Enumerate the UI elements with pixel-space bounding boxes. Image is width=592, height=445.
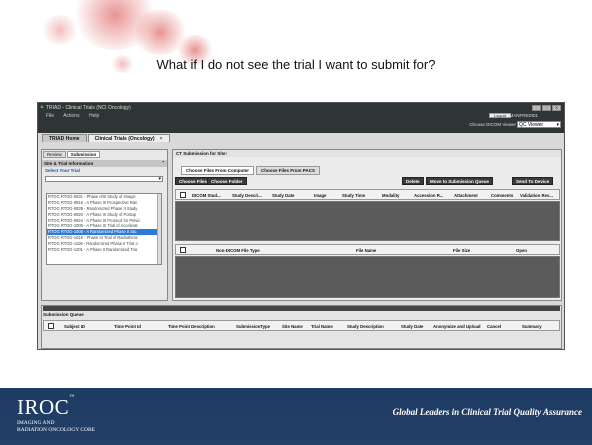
column-header[interactable]: Cancel	[487, 324, 501, 329]
column-header[interactable]: Non-DICOM File Type	[216, 248, 260, 253]
delete-button[interactable]: Delete	[402, 177, 424, 185]
column-header[interactable]: Study Description	[347, 324, 384, 329]
move-to-queue-button[interactable]: Move to Submission Queue	[426, 177, 494, 185]
column-header[interactable]: Study Date	[401, 324, 423, 329]
menu-help[interactable]: Help	[89, 113, 99, 119]
trial-list-scrollbar[interactable]	[157, 194, 161, 264]
trademark-symbol: ™	[69, 395, 75, 400]
tab-label: TRIAD Home	[49, 136, 80, 142]
submission-queue-panel: Submission Queue Subject ID Time Point I…	[41, 305, 562, 349]
column-header[interactable]: SubmissionType	[236, 324, 270, 329]
column-header[interactable]: Time Point Description	[168, 324, 215, 329]
slide-footer: IROC™ IMAGING AND RADIATION ONCOLOGY COR…	[0, 388, 592, 445]
column-header[interactable]: DICOM Stud...	[192, 193, 221, 198]
select-all-checkbox[interactable]	[180, 247, 186, 253]
column-header[interactable]: Study Time	[342, 193, 365, 198]
choose-files-button[interactable]: Choose Files	[175, 177, 212, 185]
logo-subtitle-line: IMAGING AND	[17, 420, 55, 426]
list-item[interactable]: RTOG RTOG-1201 - A Phase II Randomized T…	[47, 247, 161, 253]
dicom-table-body[interactable]	[175, 201, 560, 241]
column-header[interactable]: Anonymize and Upload	[433, 324, 481, 329]
ct-submission-panel: CT Submission for Site: Choose Files Fro…	[172, 149, 562, 301]
column-header[interactable]: File Name	[356, 248, 376, 253]
slide-title: What if I do not see the trial I want to…	[156, 57, 436, 72]
footer-tagline: Global Leaders in Clinical Trial Quality…	[392, 407, 582, 417]
close-button[interactable]: ✕	[552, 105, 561, 111]
tab-submission[interactable]: Submission	[66, 151, 101, 158]
menu-actions[interactable]: Actions	[63, 113, 79, 119]
menu-bar: File Actions Help	[46, 113, 107, 119]
section-header: Site & Trial Information ⌃	[42, 160, 167, 167]
logout-button[interactable]: Logout	[489, 113, 511, 118]
column-header[interactable]: Trial Name	[311, 324, 333, 329]
main-tabs: TRIAD Home Clinical Trials (Oncology) ×	[42, 134, 170, 142]
window-controls: – □ ✕	[532, 105, 561, 111]
column-header[interactable]: Open	[516, 248, 527, 253]
subtabs: Review Submission	[42, 150, 167, 159]
column-header[interactable]: Site Name	[282, 324, 303, 329]
tab-triad-home[interactable]: TRIAD Home	[42, 134, 87, 142]
tab-choose-from-computer[interactable]: Choose Files From Computer	[181, 166, 255, 175]
send-to-device-button[interactable]: Send To Device	[512, 177, 554, 185]
triad-window: ▲ TRIAD - Clinical Trials (NCI Oncology)…	[37, 102, 565, 350]
column-header[interactable]: Image	[314, 193, 326, 198]
iroc-logo: IROC™	[17, 395, 75, 420]
logo-subtitle-line: RADIATION ONCOLOGY CORE	[17, 427, 96, 433]
trial-list[interactable]: RTOG RTOG-0631 - Phase II/III Study of I…	[46, 193, 162, 265]
queue-splitter[interactable]	[43, 306, 560, 311]
select-all-checkbox[interactable]	[180, 192, 186, 198]
collapse-icon[interactable]: ⌃	[162, 160, 165, 165]
queue-title: Submission Queue	[43, 312, 84, 317]
dicom-table-header: DICOM Stud... Study Descri... Study Date…	[175, 189, 560, 200]
trial-dropdown[interactable]	[45, 176, 163, 182]
dicom-viewer-select[interactable]: QC Viewer	[517, 121, 561, 128]
tab-review[interactable]: Review	[43, 151, 66, 158]
select-trial-label: Select Your Trial	[45, 168, 80, 173]
column-header[interactable]: Summary	[522, 324, 542, 329]
column-header[interactable]: Attachment	[454, 193, 478, 198]
app-icon: ▲	[39, 104, 45, 110]
nondicom-table-body[interactable]	[175, 256, 560, 298]
column-header[interactable]: Study Descri...	[232, 193, 262, 198]
nondicom-table-header: Non-DICOM File Type File Name File Size …	[175, 244, 560, 255]
file-source-tabs: Choose Files From Computer Choose Files …	[181, 166, 320, 175]
title-bar: ▲ TRIAD - Clinical Trials (NCI Oncology)…	[38, 103, 564, 133]
column-header[interactable]: Study Date	[272, 193, 294, 198]
username-label: MANFREDI01	[509, 113, 538, 118]
dicom-viewer-label: Choose DICOM Viewer	[469, 122, 516, 127]
column-header[interactable]: File Size	[453, 248, 470, 253]
window-title: TRIAD - Clinical Trials (NCI Oncology)	[46, 105, 131, 111]
choose-folder-button[interactable]: Choose Folder	[207, 177, 247, 185]
logo-subtitle: IMAGING AND RADIATION ONCOLOGY CORE	[17, 420, 95, 434]
ct-submission-header: CT Submission for Site:	[173, 150, 561, 157]
tab-choose-from-pacs[interactable]: Choose Files From PACS	[256, 166, 320, 175]
minimize-button[interactable]: –	[532, 105, 541, 111]
column-header[interactable]: Modality	[382, 193, 399, 198]
column-header[interactable]: Time Point Id	[114, 324, 141, 329]
file-action-buttons: Choose Files Choose Folder Delete Move t…	[175, 177, 560, 186]
column-header[interactable]: Accession R...	[414, 193, 443, 198]
select-all-checkbox[interactable]	[48, 323, 54, 329]
maximize-button[interactable]: □	[542, 105, 551, 111]
column-header[interactable]: Comments	[491, 193, 513, 198]
section-title: Site & Trial Information	[44, 161, 94, 166]
logo-text: IROC	[17, 395, 70, 419]
column-header[interactable]: Subject ID	[64, 324, 85, 329]
tab-label: Clinical Trials (Oncology)	[94, 136, 155, 142]
close-tab-icon[interactable]: ×	[160, 136, 163, 142]
site-trial-panel: Review Submission Site & Trial Informati…	[41, 149, 168, 301]
menu-file[interactable]: File	[46, 113, 54, 119]
column-header[interactable]: Validation Res...	[520, 193, 553, 198]
queue-table-header: Subject ID Time Point Id Time Point Desc…	[43, 320, 560, 331]
tab-clinical-trials[interactable]: Clinical Trials (Oncology) ×	[87, 134, 170, 142]
